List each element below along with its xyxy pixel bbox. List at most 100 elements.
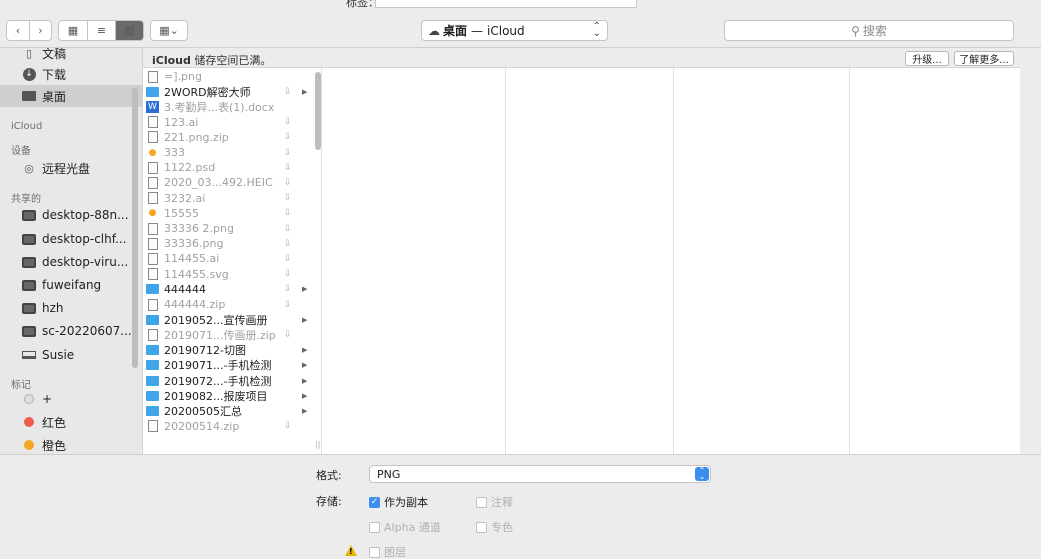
orange-dot-icon [22, 438, 36, 452]
checkbox-icon [476, 496, 487, 508]
cloud-download-icon[interactable]: ⇩ [284, 193, 292, 203]
sidebar-item-remote-disc[interactable]: ◎ 远程光盘 [0, 157, 142, 179]
cloud-download-icon[interactable]: ⇩ [284, 117, 292, 127]
location-account: iCloud [487, 23, 525, 38]
format-value: PNG [377, 467, 401, 481]
file-row[interactable]: 33336 2.png ⇩ [146, 221, 316, 236]
file-row[interactable]: 2019082...报废项目 ▶ [146, 388, 316, 403]
file-row[interactable]: 114455.svg ⇩ [146, 267, 316, 282]
file-row[interactable]: 221.png.zip ⇩ [146, 130, 316, 145]
cloud-download-icon[interactable]: ⇩ [284, 208, 292, 218]
sidebar-item-shared[interactable]: sc-20220607... [0, 320, 142, 342]
cloud-download-icon[interactable]: ⇩ [284, 132, 292, 142]
monitor-icon [22, 301, 36, 315]
group-by-button[interactable]: ▦⌄ [150, 20, 188, 41]
file-row[interactable]: ● 15555 ⇩ [146, 206, 316, 221]
file-row[interactable]: 33336.png ⇩ [146, 236, 316, 251]
sidebar-item-shared[interactable]: desktop-88n... [0, 204, 142, 226]
sidebar-item-desktop[interactable]: 桌面 [0, 85, 142, 107]
file-row[interactable]: =].png [146, 69, 316, 84]
format-popup[interactable]: PNG ⌃ ⌄ [369, 465, 711, 483]
column-divider [321, 68, 322, 454]
sidebar-item-documents[interactable]: ▯ 文稿 [0, 48, 142, 64]
forward-button[interactable]: › [29, 21, 51, 40]
upgrade-button[interactable]: 升级... [905, 51, 949, 66]
cloud-download-icon[interactable]: ⇩ [284, 300, 292, 310]
checkbox-label: 注释 [491, 496, 513, 509]
cloud-download-icon[interactable]: ⇩ [284, 254, 292, 264]
file-row[interactable]: 2019071...-手机检测 ▶ [146, 358, 316, 373]
file-row[interactable]: 2019052...宣传画册 ▶ [146, 312, 316, 327]
cloud-download-icon[interactable]: ⇩ [284, 284, 292, 294]
file-row[interactable]: W 3.考勤异...表(1).docx [146, 99, 316, 114]
cloud-download-icon[interactable]: ⇩ [284, 239, 292, 249]
monitor-icon [22, 232, 36, 246]
laptop-icon [22, 348, 36, 362]
location-popup[interactable]: ☁ 桌面 — iCloud ⌃ ⌄ [421, 20, 608, 41]
file-row[interactable]: 20200505汇总 ▶ [146, 403, 316, 418]
sidebar-heading-devices: 设备 [11, 146, 31, 157]
file-name: 20200505汇总 [164, 404, 242, 418]
file-row[interactable]: 1122.psd ⇩ [146, 160, 316, 175]
cloud-download-icon[interactable]: ⇩ [284, 163, 292, 173]
image-icon [146, 222, 159, 235]
file-row[interactable]: 2020_03...492.HEIC ⇩ [146, 175, 316, 190]
layers-checkbox[interactable]: 图层 [369, 544, 406, 559]
cloud-download-icon[interactable]: ⇩ [284, 148, 292, 158]
icon-view-button[interactable]: ▦ [59, 21, 87, 40]
file-row[interactable]: 20190712-切图 ▶ [146, 343, 316, 358]
cloud-download-icon[interactable]: ⇩ [284, 224, 292, 234]
file-row[interactable]: 114455.ai ⇩ [146, 251, 316, 266]
sidebar-tag-orange[interactable]: 橙色 [0, 434, 142, 454]
file-row[interactable]: 2019072...-手机检测 ▶ [146, 373, 316, 388]
file-row[interactable]: 2019071...传画册.zip ⇩ [146, 327, 316, 342]
file-row[interactable]: 3232.ai ⇩ [146, 191, 316, 206]
sidebar-item-shared[interactable]: Susie [0, 344, 142, 366]
document-icon: ▯ [25, 48, 33, 60]
file-row[interactable]: 20200514.zip ⇩ [146, 419, 316, 434]
file-name: 333 [164, 146, 185, 159]
column-resize-handle[interactable]: || [315, 440, 320, 449]
file-row[interactable]: 123.ai ⇩ [146, 115, 316, 130]
file-row[interactable]: ● 333 ⇩ [146, 145, 316, 160]
sidebar-item-label: desktop-clhf... [42, 232, 127, 246]
sidebar-scrollbar[interactable] [132, 88, 138, 368]
column-view-button[interactable]: ▥ [115, 21, 143, 40]
sidebar-item-shared[interactable]: desktop-viru... [0, 251, 142, 273]
annotations-checkbox[interactable]: 注释 [476, 494, 513, 510]
cloud-download-icon[interactable]: ⇩ [284, 269, 292, 279]
file-row[interactable]: 2WORD解密大师 ⇩ ▶ [146, 84, 316, 99]
folder-icon [146, 405, 159, 417]
file-name: =].png [164, 70, 202, 83]
image-icon [146, 176, 159, 189]
list-view-button[interactable]: ≡ [87, 21, 115, 40]
cloud-download-icon[interactable]: ⇩ [284, 421, 292, 431]
checkbox-icon [476, 521, 487, 533]
learn-more-button[interactable]: 了解更多... [954, 51, 1014, 66]
spot-color-checkbox[interactable]: 专色 [476, 519, 513, 535]
chevron-left-icon: ‹ [15, 24, 21, 37]
sidebar-tag-add[interactable]: + [0, 388, 142, 410]
cloud-download-icon[interactable]: ⇩ [284, 330, 292, 340]
sidebar-item-downloads[interactable]: ↓ 下载 [0, 63, 142, 85]
file-name: 3.考勤异...表(1).docx [164, 100, 275, 114]
save-as-copy-checkbox[interactable]: ✓ 作为副本 [369, 494, 428, 510]
cloud-download-icon[interactable]: ⇩ [284, 178, 292, 188]
file-row[interactable]: 444444.zip ⇩ [146, 297, 316, 312]
back-button[interactable]: ‹ [7, 21, 29, 40]
file-name: 2020_03...492.HEIC [164, 176, 273, 190]
file-row[interactable]: 444444 ⇩ ▶ [146, 282, 316, 297]
cloud-download-icon[interactable]: ⇩ [284, 87, 292, 97]
checkbox-label: Alpha 通道 [384, 521, 441, 534]
sidebar-tag-red[interactable]: 红色 [0, 411, 142, 433]
storage-full-message: iCloud 储存空间已满。 [152, 52, 271, 68]
tags-input[interactable] [375, 0, 637, 8]
sidebar-item-shared[interactable]: hzh [0, 297, 142, 319]
sidebar-item-label: + [42, 392, 53, 406]
search-field[interactable]: ⚲ 搜索 [724, 20, 1014, 41]
sidebar-item-label: 橙色 [42, 438, 67, 453]
sidebar-item-shared[interactable]: fuweifang [0, 274, 142, 296]
save-options-pane: 格式: PNG ⌃ ⌄ 存储: ✓ 作为副本 注释 Alpha 通道 专色 ! 图… [0, 454, 1041, 559]
sidebar-item-shared[interactable]: desktop-clhf... [0, 228, 142, 250]
alpha-channel-checkbox[interactable]: Alpha 通道 [369, 519, 441, 535]
